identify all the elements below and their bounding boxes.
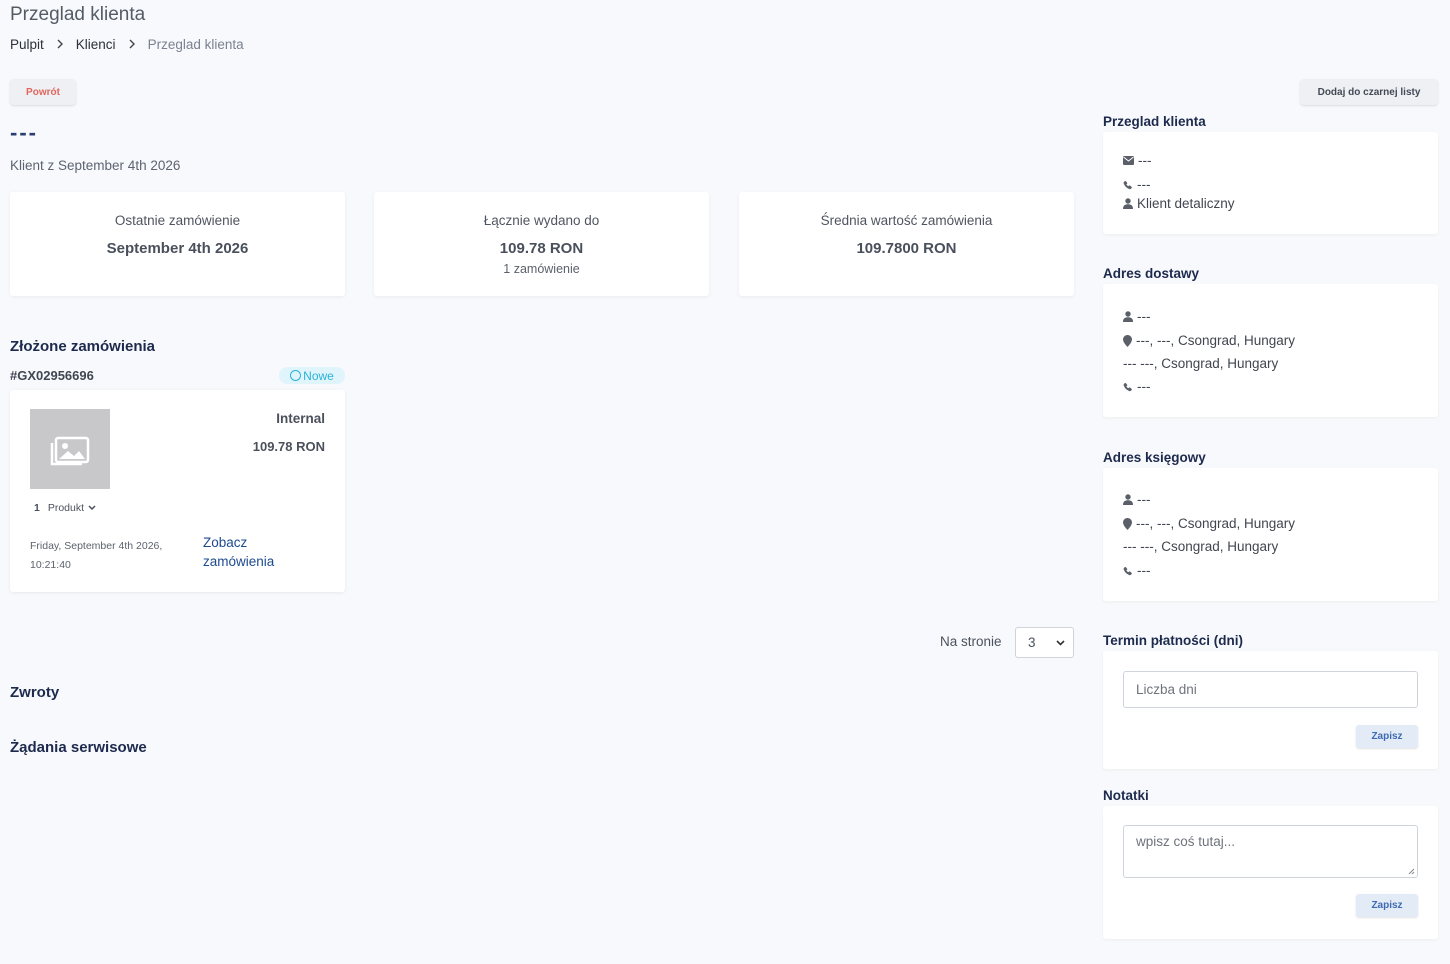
circle-icon (290, 370, 302, 381)
stat-value: September 4th 2026 (106, 240, 249, 257)
billing-address-line1: ---, ---, Csongrad, Hungary (1123, 516, 1295, 531)
stat-label: Ostatnie zamówienie (114, 213, 241, 228)
user-icon (1123, 494, 1133, 505)
breadcrumb-item-klienci[interactable]: Klienci (76, 37, 116, 52)
back-button[interactable]: Powrót (10, 79, 76, 105)
stat-sub: 1 zamówienie (503, 262, 580, 276)
shipping-address-card: --- ---, ---, Csongrad, Hungary --- ---,… (1103, 284, 1438, 417)
stat-value: 109.7800 RON (856, 240, 957, 257)
per-page-label: Na stronie (940, 634, 1002, 649)
stat-label: Łącznie wydano do (483, 213, 600, 228)
user-icon (1123, 198, 1133, 209)
orders-section-title: Złożone zamówienia (10, 338, 156, 355)
billing-address2: --- ---, Csongrad, Hungary (1123, 539, 1279, 554)
order-source: Internal (276, 411, 325, 426)
shipping-phone: --- (1137, 379, 1151, 394)
notes-title: Notatki (1103, 788, 1149, 803)
shipping-address-line2: --- ---, Csongrad, Hungary (1123, 356, 1278, 371)
image-icon (50, 436, 90, 466)
billing-phone-line: --- (1123, 563, 1151, 578)
shipping-address-line1: ---, ---, Csongrad, Hungary (1123, 333, 1295, 348)
shipping-name-line: --- (1123, 309, 1151, 324)
notes-card: wpisz coś tutaj... Zapisz (1103, 806, 1438, 939)
breadcrumb-item-pulpit[interactable]: Pulpit (10, 37, 44, 52)
stat-card-last-order: Ostatnie zamówienie September 4th 2026 (10, 192, 345, 296)
phone-value: --- (1137, 177, 1151, 192)
notes-textarea[interactable]: wpisz coś tutaj... (1123, 825, 1418, 878)
email-line: --- (1123, 153, 1152, 168)
chevron-right-icon (128, 37, 136, 52)
chevron-down-icon (1056, 639, 1065, 646)
view-order-link-line2[interactable]: zamówienia (203, 552, 313, 571)
billing-address-card: --- ---, ---, Csongrad, Hungary --- ---,… (1103, 468, 1438, 601)
shipping-phone-line: --- (1123, 379, 1151, 394)
save-payment-terms-button[interactable]: Zapisz (1356, 725, 1418, 748)
order-date-line: Friday, September 4th 2026, (30, 540, 163, 552)
order-date: Friday, September 4th 2026, 10:21:40 (30, 537, 190, 575)
product-count-number: 1 (34, 502, 40, 514)
shipping-address2: --- ---, Csongrad, Hungary (1123, 356, 1279, 371)
billing-address-line2: --- ---, Csongrad, Hungary (1123, 539, 1278, 554)
resize-handle-icon[interactable] (1408, 868, 1415, 875)
customer-name: --- (10, 120, 38, 145)
add-to-blacklist-button[interactable]: Dodaj do czarnej listy (1300, 79, 1438, 105)
order-card: Internal 109.78 RON 1 Produkt Friday, Se… (10, 390, 345, 592)
product-count-label: Produkt (47, 502, 85, 514)
billing-name-line: --- (1123, 492, 1151, 507)
order-amount: 109.78 RON (252, 439, 325, 454)
view-order-link[interactable]: Zobacz zamówienia (203, 533, 313, 571)
phone-icon (1123, 566, 1132, 575)
shipping-name: --- (1137, 309, 1151, 324)
phone-line: --- (1123, 177, 1151, 192)
stat-card-average-order: Średnia wartość zamówienia 109.7800 RON (739, 192, 1074, 296)
billing-name: --- (1137, 492, 1151, 507)
per-page-select[interactable]: 3 (1015, 627, 1074, 658)
phone-icon (1123, 382, 1132, 391)
view-order-link-line1[interactable]: Zobacz (203, 533, 313, 552)
returns-section-title: Zwroty (10, 684, 60, 701)
page-title: Przeglad klienta (10, 4, 146, 25)
chevron-down-icon (88, 505, 96, 511)
billing-address1: ---, ---, Csongrad, Hungary (1136, 516, 1296, 531)
save-notes-button[interactable]: Zapisz (1356, 894, 1418, 917)
shipping-address1: ---, ---, Csongrad, Hungary (1136, 333, 1296, 348)
envelope-icon (1123, 156, 1134, 165)
overview-title: Przeglad klienta (1103, 114, 1206, 129)
payment-terms-card: Liczba dni Zapisz (1103, 651, 1438, 769)
stat-card-total-spent: Łącznie wydano do 109.78 RON 1 zamówieni… (374, 192, 709, 296)
billing-address-title: Adres księgowy (1103, 450, 1206, 465)
per-page-value: 3 (1028, 635, 1036, 650)
customer-type-value: Klient detaliczny (1137, 196, 1235, 211)
stat-label: Średnia wartość zamówienia (820, 213, 993, 228)
payment-days-input[interactable]: Liczba dni (1123, 671, 1418, 708)
status-badge: Nowe (279, 367, 345, 384)
customer-since: Klient z September 4th 2026 (10, 158, 181, 173)
notes-placeholder: wpisz coś tutaj... (1136, 834, 1236, 849)
user-icon (1123, 311, 1133, 322)
payment-terms-title: Termin płatności (dni) (1103, 633, 1244, 648)
stat-value: 109.78 RON (499, 240, 584, 257)
status-badge-label: Nowe (303, 368, 334, 383)
phone-icon (1123, 180, 1132, 189)
product-count-toggle[interactable]: 1 Produkt (34, 502, 96, 514)
order-time-line: 10:21:40 (30, 559, 71, 571)
chevron-right-icon (56, 37, 64, 52)
product-image (30, 409, 110, 489)
map-pin-icon (1123, 517, 1132, 530)
service-requests-section-title: Żądania serwisowe (10, 739, 147, 756)
billing-phone: --- (1137, 563, 1151, 578)
overview-card: --- --- Klient detaliczny (1103, 132, 1438, 234)
breadcrumb: Pulpit Klienci Przeglad klienta (10, 37, 244, 52)
map-pin-icon (1123, 334, 1132, 347)
email-value: --- (1138, 153, 1152, 168)
order-id: #GX02956696 (10, 368, 94, 383)
shipping-address-title: Adres dostawy (1103, 266, 1200, 281)
breadcrumb-item-current: Przeglad klienta (147, 37, 244, 52)
customer-type-line: Klient detaliczny (1123, 196, 1235, 211)
